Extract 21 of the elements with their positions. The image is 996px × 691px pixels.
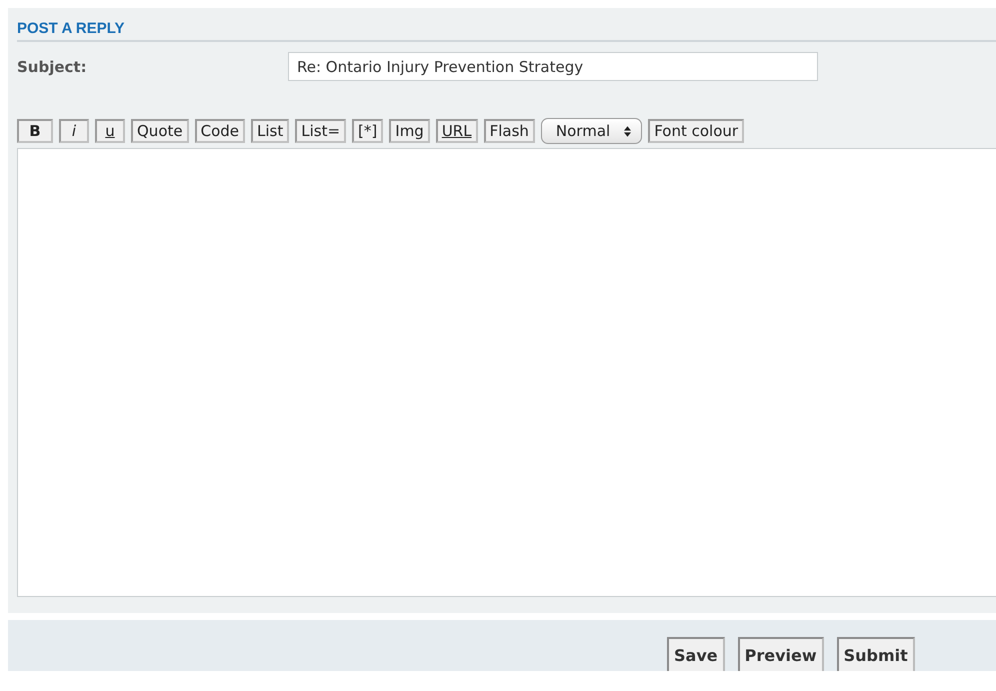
form-button[interactable]: Submit [836,637,915,671]
format-button[interactable]: Code [194,119,246,143]
format-button[interactable]: List [251,119,290,143]
subject-label: Subject: [17,58,88,78]
font-size-select[interactable]: Normal [540,118,642,144]
form-button[interactable]: Save [667,637,725,671]
format-button[interactable]: List= [295,119,346,143]
format-button[interactable]: Img [389,119,430,143]
format-button[interactable]: [*] [352,119,384,143]
format-button[interactable]: URL [436,119,478,143]
format-button[interactable]: Flash [484,119,535,143]
format-button[interactable]: Font colour [648,119,744,143]
format-button[interactable]: Quote [131,119,189,143]
format-button[interactable]: B [17,119,53,143]
section-title: POST A REPLY [17,20,126,37]
subject-field[interactable]: Re: Ontario Injury Prevention Strategy [288,52,818,81]
updown-icon [624,126,632,136]
message-field[interactable] [17,148,996,597]
format-button[interactable]: u [95,119,125,143]
form-button[interactable]: Preview [738,637,824,671]
format-button[interactable]: i [59,119,89,143]
